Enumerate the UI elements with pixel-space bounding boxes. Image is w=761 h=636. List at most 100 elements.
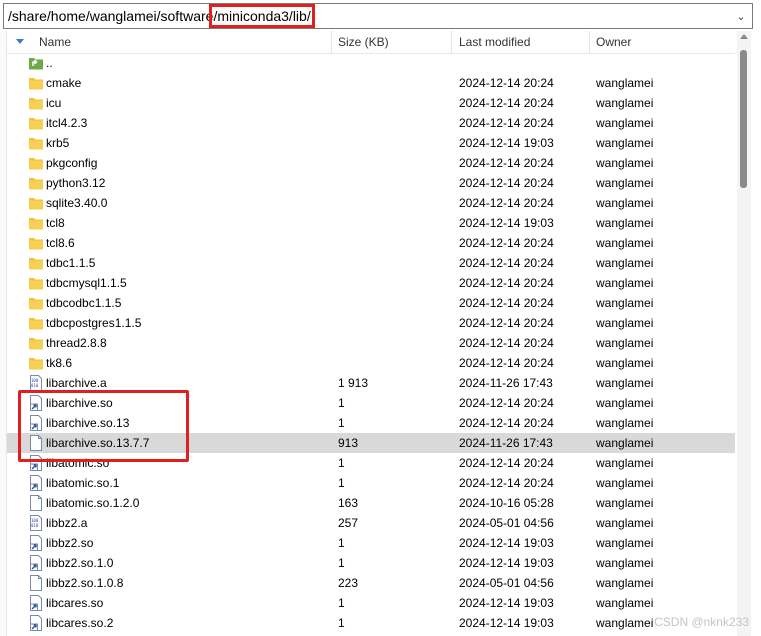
folder-icon [28,235,44,251]
column-divider[interactable] [589,31,590,53]
path-text[interactable]: /share/home/wanglamei/software/miniconda… [8,4,315,28]
scroll-up-icon[interactable] [740,34,748,39]
file-row[interactable]: .. [7,53,735,73]
file-row[interactable]: icu 2024-12-14 20:24 wanglamei [7,93,735,113]
file-name: libatomic.so.1.2.0 [46,496,140,510]
file-modified: 2024-12-14 20:24 [459,316,554,330]
file-row[interactable]: pkgconfig 2024-12-14 20:24 wanglamei [7,153,735,173]
symlink-file-icon [28,615,44,631]
file-row[interactable]: libbz2.so.1.0 1 2024-12-14 19:03 wanglamei [7,553,735,573]
file-row[interactable]: thread2.8.8 2024-12-14 20:24 wanglamei [7,333,735,353]
path-highlight: /miniconda3/lib/ [209,4,315,28]
file-modified: 2024-12-14 20:24 [459,116,554,130]
file-size: 1 [338,396,345,410]
file-name: itcl4.2.3 [46,116,88,130]
folder-icon [28,295,44,311]
file-owner: wanglamei [596,476,654,490]
path-prefix: /share/home/wanglamei/software [8,8,214,24]
file-size: 1 [338,476,345,490]
archive-file-icon: 100 010 [28,515,44,531]
file-row[interactable]: tdbcmysql1.1.5 2024-12-14 20:24 wanglamei [7,273,735,293]
column-divider[interactable] [331,31,332,53]
chevron-down-icon[interactable]: ⌄ [734,10,748,24]
file-modified: 2024-11-26 17:43 [459,376,553,390]
file-name: .. [46,56,53,70]
scrollbar-thumb[interactable] [740,50,747,188]
file-name: krb5 [46,136,70,150]
header-modified[interactable]: Last modified [459,35,530,49]
svg-text:010: 010 [31,383,39,388]
file-row[interactable]: tcl8 2024-12-14 19:03 wanglamei [7,213,735,233]
file-row[interactable]: tcl8.6 2024-12-14 20:24 wanglamei [7,233,735,253]
folder-icon [28,335,44,351]
file-owner: wanglamei [596,496,654,510]
header-name[interactable]: Name [39,35,71,49]
file-owner: wanglamei [596,376,654,390]
file-row[interactable]: libbz2.so.1.0.8 223 2024-05-01 04:56 wangla… [7,573,735,593]
file-modified: 2024-12-14 20:24 [459,176,554,190]
column-header: Name Size (KB) Last modified Owner [7,31,735,54]
file-modified: 2024-12-14 20:24 [459,156,554,170]
header-size[interactable]: Size (KB) [338,35,389,49]
folder-icon [28,175,44,191]
symlink-file-icon [28,475,44,491]
file-row[interactable]: cmake 2024-12-14 20:24 wanglamei [7,73,735,93]
file-modified: 2024-12-14 20:24 [459,456,554,470]
file-name: tk8.6 [46,356,73,370]
column-divider[interactable] [451,31,452,53]
file-owner: wanglamei [596,236,654,250]
file-modified: 2024-12-14 20:24 [459,96,554,110]
file-size: 163 [338,496,359,510]
symlink-file-icon [28,595,44,611]
file-owner: wanglamei [596,196,654,210]
file-row[interactable]: libcares.so 1 2024-12-14 19:03 wanglamei [7,593,735,613]
folder-icon [28,315,44,331]
folder-icon [28,255,44,271]
file-row[interactable]: tdbcodbc1.1.5 2024-12-14 20:24 wanglamei [7,293,735,313]
folder-icon [28,275,44,291]
file-icon [28,575,44,591]
file-owner: wanglamei [596,596,654,610]
file-modified: 2024-12-14 20:24 [459,476,554,490]
file-name: cmake [46,76,82,90]
file-owner: wanglamei [596,396,654,410]
file-row[interactable]: libbz2.so 1 2024-12-14 19:03 wanglamei [7,533,735,553]
folder-icon [28,95,44,111]
file-size: 1 [338,456,345,470]
file-row[interactable]: tdbcpostgres1.1.5 2024-12-14 20:24 wanglam… [7,313,735,333]
file-row[interactable]: libatomic.so.1 1 2024-12-14 20:24 wanglamei [7,473,735,493]
file-row[interactable]: sqlite3.40.0 2024-12-14 20:24 wanglamei [7,193,735,213]
file-modified: 2024-12-14 20:24 [459,396,554,410]
file-name: tdbcpostgres1.1.5 [46,316,142,330]
file-row[interactable]: krb5 2024-12-14 19:03 wanglamei [7,133,735,153]
path-bar[interactable]: /share/home/wanglamei/software/miniconda… [3,3,753,29]
file-size: 257 [338,516,359,530]
file-row[interactable]: tdbc1.1.5 2024-12-14 20:24 wanglamei [7,253,735,273]
folder-icon [28,155,44,171]
file-owner: wanglamei [596,556,654,570]
file-modified: 2024-12-14 20:24 [459,296,554,310]
file-modified: 2024-10-16 05:28 [459,496,554,510]
header-owner[interactable]: Owner [596,35,631,49]
file-row[interactable]: libatomic.so.1.2.0 163 2024-10-16 05:28 wan… [7,493,735,513]
file-owner: wanglamei [596,516,654,530]
symlink-file-icon [28,535,44,551]
file-modified: 2024-12-14 20:24 [459,356,554,370]
file-name: libatomic.so.1 [46,476,120,490]
sort-arrow-icon[interactable] [16,39,24,44]
file-row[interactable]: tk8.6 2024-12-14 20:24 wanglamei [7,353,735,373]
file-row[interactable]: 100 010 libbz2.a 257 2024-05-01 04:56 wanglam… [7,513,735,533]
file-owner: wanglamei [596,96,654,110]
file-name: libarchive.a [46,376,107,390]
file-owner: wanglamei [596,136,654,150]
file-owner: wanglamei [596,116,654,130]
file-owner: wanglamei [596,176,654,190]
file-list: .. cmake 2024-12-14 20:24 wanglamei icu 2024-… [7,53,735,636]
file-row[interactable]: libcares.so.2 1 2024-12-14 19:03 wanglamei [7,613,735,633]
file-modified: 2024-12-14 19:03 [459,596,554,610]
folder-icon [28,75,44,91]
file-modified: 2024-12-14 20:24 [459,416,554,430]
file-row[interactable]: python3.12 2024-12-14 20:24 wanglamei [7,173,735,193]
file-modified: 2024-11-26 17:43 [459,436,553,450]
file-row[interactable]: itcl4.2.3 2024-12-14 20:24 wanglamei [7,113,735,133]
